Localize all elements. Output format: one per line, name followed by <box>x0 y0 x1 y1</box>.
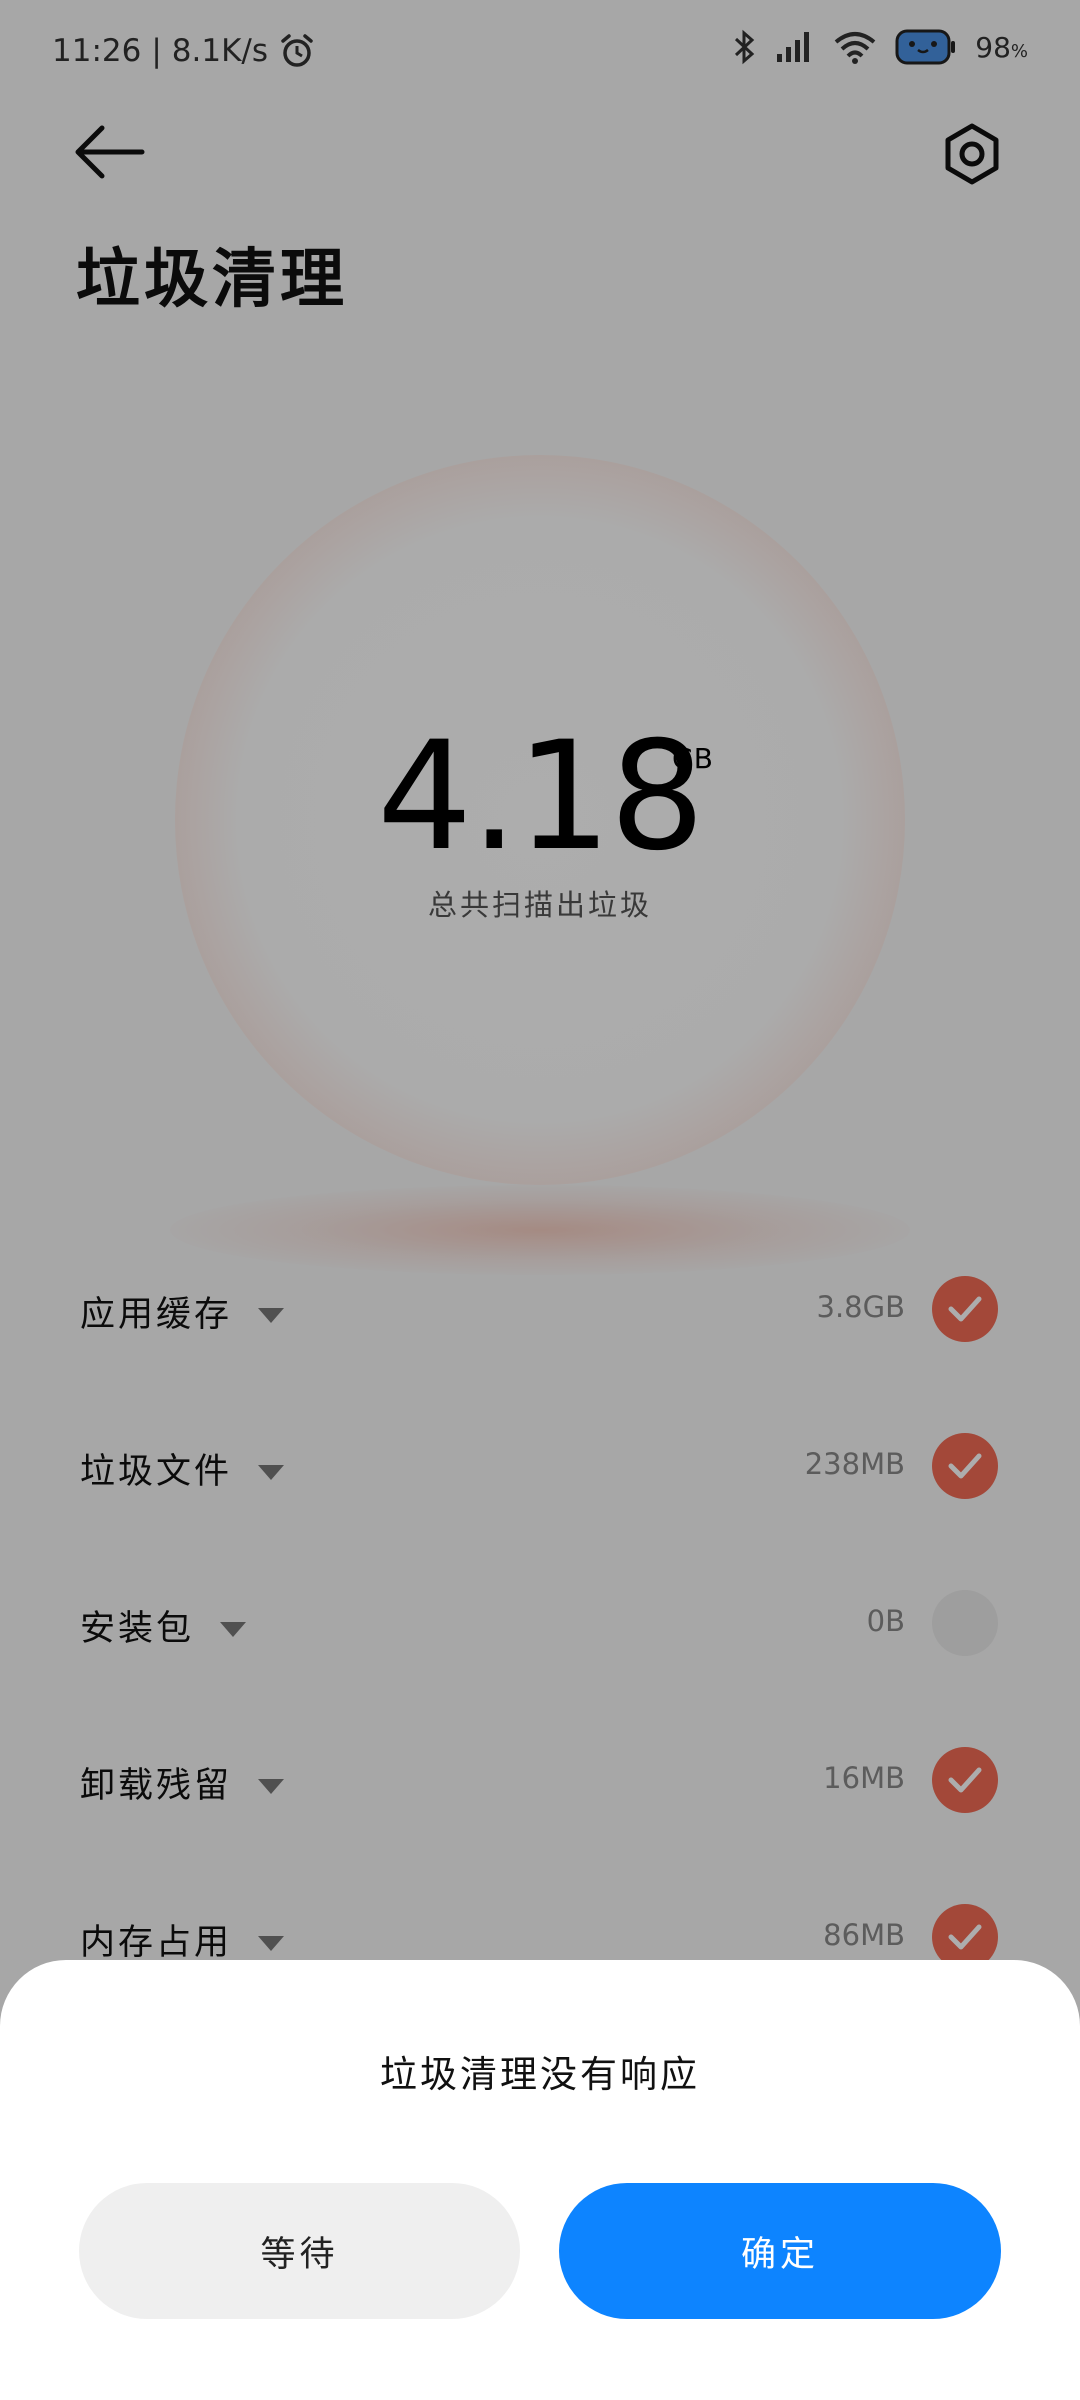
dialog-title: 垃圾清理没有响应 <box>380 2053 700 2096</box>
wait-button[interactable]: 等待 <box>79 2183 520 2319</box>
junk-cleaner-screen: 11:26 | 8.1K/s 98% 垃圾清理 4.18 GB 总共扫描出垃圾 … <box>0 0 1080 2400</box>
ok-button[interactable]: 确定 <box>559 2183 1001 2319</box>
app-not-responding-dialog: 垃圾清理没有响应 等待 确定 <box>0 1960 1080 2400</box>
